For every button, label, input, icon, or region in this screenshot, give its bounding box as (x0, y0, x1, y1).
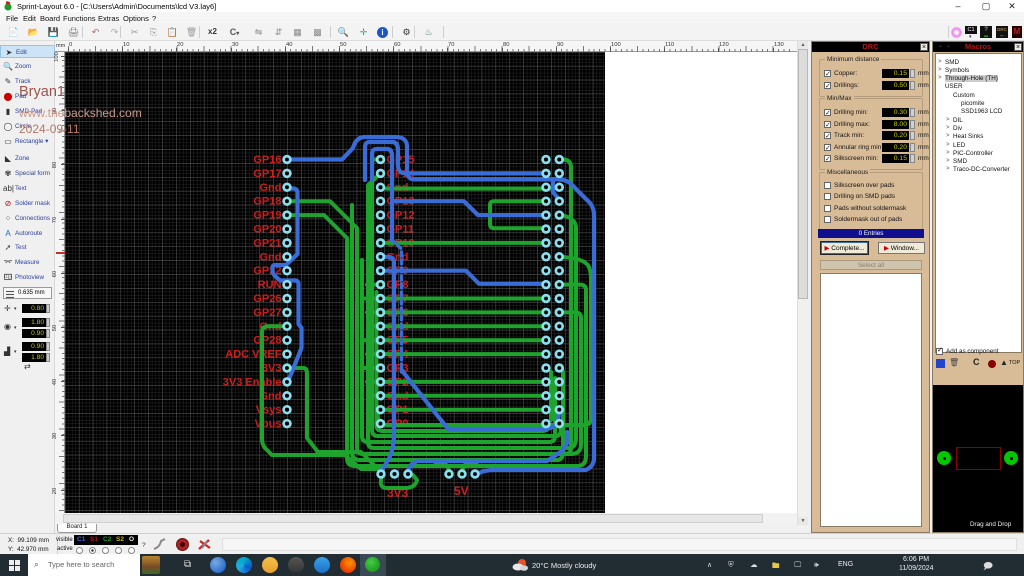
svg-text:GP17: GP17 (253, 168, 281, 180)
svg-text:GP16: GP16 (253, 154, 281, 166)
svg-text:5V: 5V (454, 484, 469, 498)
svg-text:ADC VREF: ADC VREF (225, 349, 282, 361)
svg-text:Gnd: Gnd (260, 251, 282, 263)
svg-text:GP27: GP27 (253, 307, 281, 319)
svg-text:GP21: GP21 (253, 237, 281, 249)
svg-text:GP20: GP20 (253, 224, 281, 236)
svg-text:GP18: GP18 (253, 196, 281, 208)
svg-text:3V3: 3V3 (262, 363, 282, 375)
svg-text:Vsys: Vsys (256, 404, 282, 416)
svg-text:GP28: GP28 (253, 335, 281, 347)
svg-text:GP19: GP19 (253, 210, 281, 222)
svg-text:Vbus: Vbus (255, 418, 282, 430)
svg-text:GP26: GP26 (253, 293, 281, 305)
svg-text:3V3 Enable: 3V3 Enable (223, 376, 282, 388)
svg-text:GP8: GP8 (387, 279, 409, 291)
svg-text:Gnd: Gnd (260, 182, 282, 194)
